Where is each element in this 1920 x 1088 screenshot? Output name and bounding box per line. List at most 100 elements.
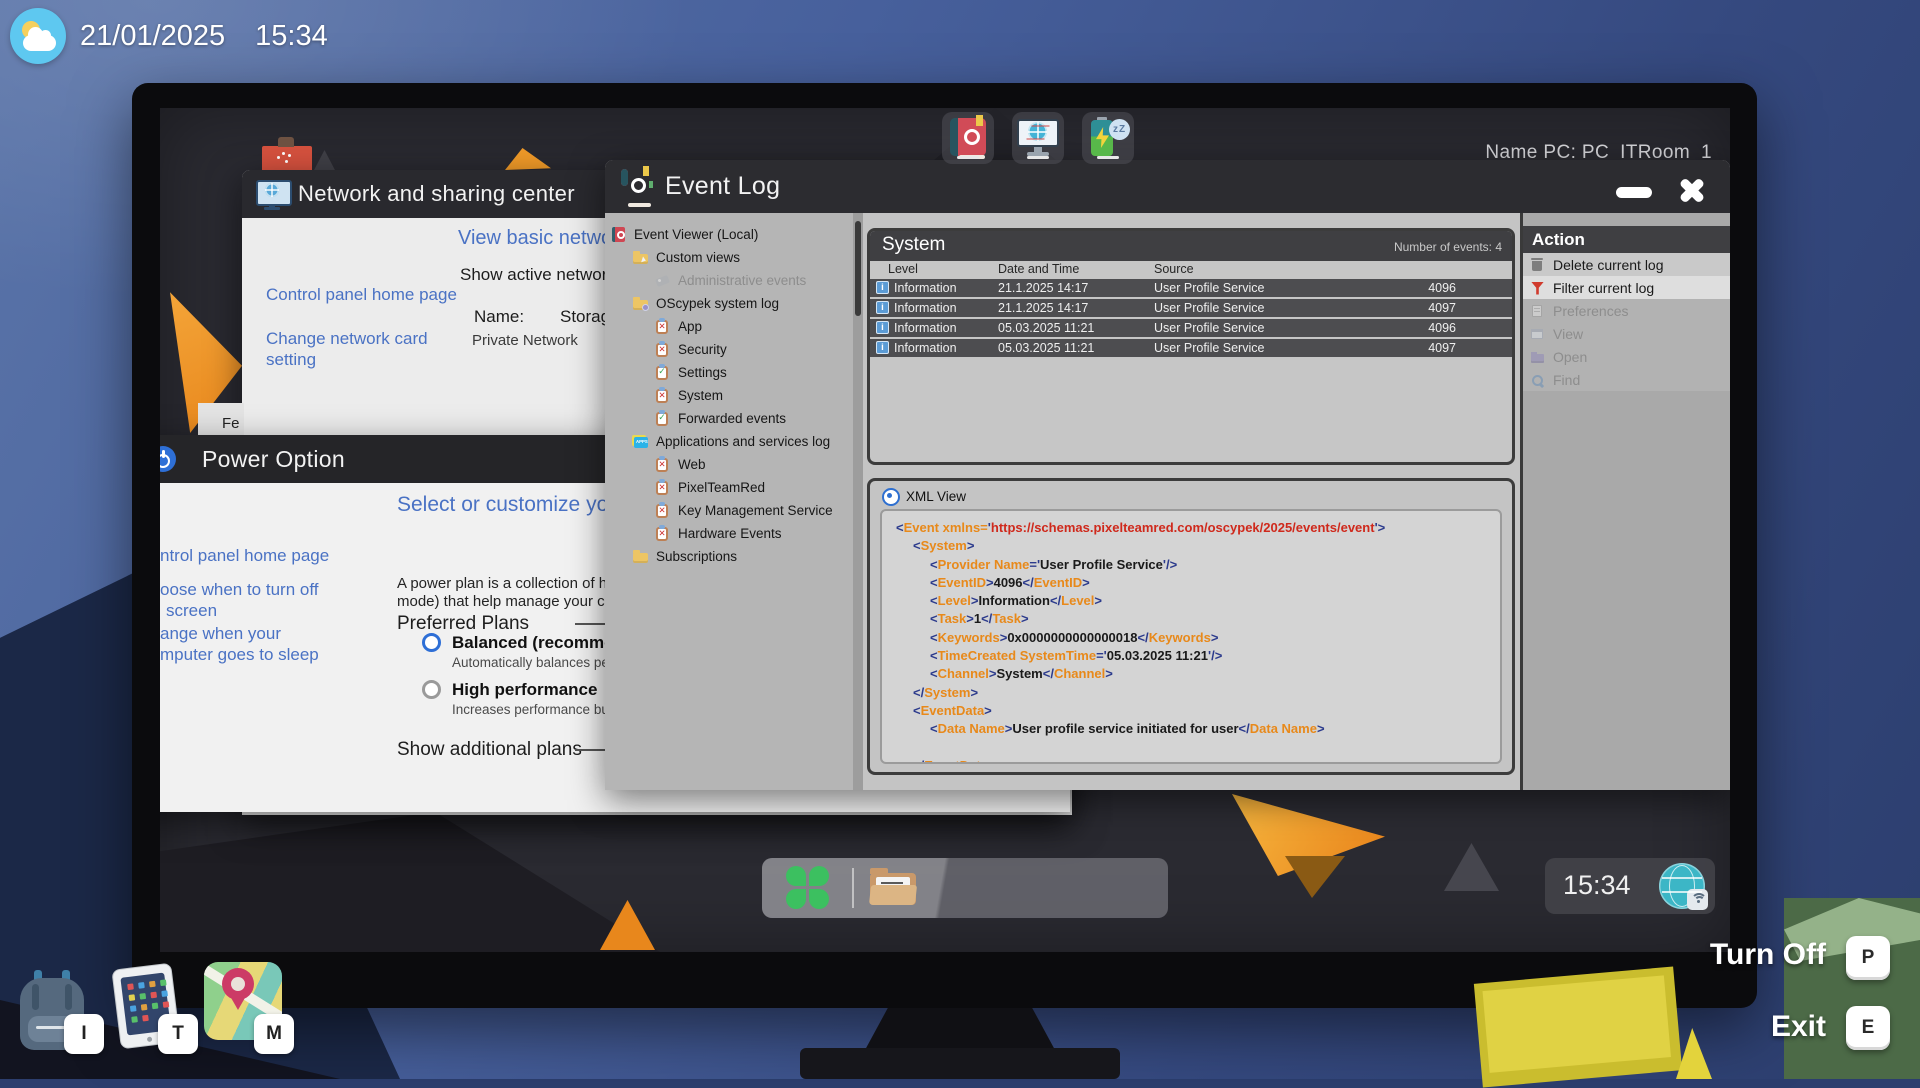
folder-cursor-icon [633, 250, 650, 266]
tablet-keycap[interactable]: T [158, 1014, 198, 1054]
tree-item-pixelteamred[interactable]: PixelTeamRed [605, 476, 853, 499]
plan-high-label: High performance [452, 680, 597, 700]
app-power[interactable]: zZ [1082, 112, 1134, 164]
turn-off-label[interactable]: Turn Off [1710, 938, 1826, 972]
power-paragraph-line: mode) that help manage your comp [397, 593, 634, 610]
xml-code-box: <Event xmlns='https://schemas.pixelteamr… [880, 509, 1502, 764]
xml-line: <Level>Information</Level> [896, 592, 1486, 610]
radio-balanced[interactable] [422, 633, 441, 652]
tree-item-label: Hardware Events [678, 526, 782, 541]
apps-icon [633, 434, 650, 450]
tree-item-event-viewer-local[interactable]: Event Viewer (Local) [605, 223, 853, 246]
event-log-titlebar[interactable]: Event Log [605, 160, 1730, 213]
event-row[interactable]: iInformation05.03.2025 11:21User Profile… [870, 339, 1512, 359]
minimize-button[interactable] [1616, 187, 1652, 198]
event-log-main: System Number of events: 4 Level Date an… [863, 213, 1520, 790]
exit-label[interactable]: Exit [1771, 1010, 1826, 1044]
action-label: View [1553, 326, 1583, 342]
clip-x-icon [655, 503, 672, 519]
network-type-label: Private Network [472, 332, 578, 349]
link-control-panel-home[interactable]: ntrol panel home page [160, 545, 329, 566]
folder-open-icon [1529, 349, 1546, 365]
clip-x-icon [655, 319, 672, 335]
link-control-panel-home[interactable]: Control panel home page [266, 284, 486, 305]
cell-event-id: 4097 [1428, 301, 1456, 315]
link-change-network-card[interactable]: Change network card setting [266, 328, 466, 370]
map-keycap[interactable]: M [254, 1014, 294, 1054]
event-row[interactable]: iInformation05.03.2025 11:21User Profile… [870, 319, 1512, 339]
tree-item-label: Web [678, 457, 706, 472]
tree-item-subscriptions[interactable]: Subscriptions [605, 545, 853, 568]
tree-item-applications-and-services-log[interactable]: Applications and services log [605, 430, 853, 453]
action-label: Delete current log [1553, 257, 1664, 273]
show-additional-plans-label[interactable]: Show additional plans [397, 739, 582, 761]
monitor-stand [865, 1008, 1055, 1050]
action-label: Filter current log [1553, 280, 1654, 296]
rad io-high-performance[interactable] [422, 680, 441, 699]
xml-view-label: XML View [906, 489, 966, 504]
note-icon [1529, 303, 1546, 319]
wallpaper-triangle [1444, 843, 1499, 891]
tag-icon [655, 273, 672, 289]
fragment-text: Fe [222, 415, 240, 432]
link-change-sleep[interactable]: ange when your mputer goes to sleep [160, 623, 319, 665]
cell-datetime: 21.1.2025 14:17 [998, 281, 1088, 295]
action-delete-current-log[interactable]: Delete current log [1523, 253, 1730, 276]
cell-level: Information [894, 281, 957, 295]
clip-check-icon [655, 365, 672, 381]
tree-item-hardware-events[interactable]: Hardware Events [605, 522, 853, 545]
tree-item-administrative-events[interactable]: Administrative events [605, 269, 853, 292]
exit-keycap[interactable]: E [1846, 1006, 1890, 1050]
clip-x-icon [655, 457, 672, 473]
scrollbar-thumb[interactable] [855, 221, 861, 316]
link-choose-turn-off-screen[interactable]: oose when to turn off screen [160, 579, 318, 621]
dock-divider [852, 868, 854, 908]
weather-icon [10, 8, 66, 64]
tree-item-label: PixelTeamRed [678, 480, 765, 495]
magnifier-icon [1529, 372, 1546, 388]
xml-view-radio[interactable] [882, 488, 900, 506]
event-row[interactable]: iInformation21.1.2025 14:17User Profile … [870, 299, 1512, 319]
tree-item-app[interactable]: App [605, 315, 853, 338]
network-globe-icon[interactable] [1659, 863, 1705, 909]
start-clover-icon[interactable] [782, 862, 834, 914]
app-event-log[interactable] [942, 112, 994, 164]
close-button[interactable] [1676, 174, 1708, 206]
inventory-keycap[interactable]: I [64, 1014, 104, 1054]
tree-item-web[interactable]: Web [605, 453, 853, 476]
cell-source: User Profile Service [1154, 341, 1264, 355]
information-icon: i [876, 341, 889, 354]
information-icon: i [876, 321, 889, 334]
action-filter-current-log[interactable]: Filter current log [1523, 276, 1730, 299]
column-level: Level [888, 262, 918, 276]
wallpaper-arrow-shadow [1285, 856, 1345, 898]
trash-icon [1529, 257, 1546, 273]
network-monitor-globe-icon [256, 180, 288, 208]
column-source: Source [1154, 262, 1194, 276]
tree-item-oscypek-system-log[interactable]: OScypek system log [605, 292, 853, 315]
hud-clock: 21/01/2025 15:34 [10, 8, 328, 64]
tree-item-key-management-service[interactable]: Key Management Service [605, 499, 853, 522]
event-log-book-icon [621, 169, 651, 205]
wallpaper-shape [160, 812, 660, 952]
window-title: Event Log [665, 172, 780, 201]
app-network[interactable] [1012, 112, 1064, 164]
turn-off-keycap[interactable]: P [1846, 936, 1890, 980]
tree-item-settings[interactable]: Settings [605, 361, 853, 384]
power-icon [160, 446, 176, 472]
preferred-plans-label: Preferred Plans [397, 613, 529, 635]
wallpaper-triangle [313, 150, 336, 172]
tree-item-security[interactable]: Security [605, 338, 853, 361]
tree-item-forwarded-events[interactable]: Forwarded events [605, 407, 853, 430]
system-panel-title: System [882, 234, 945, 256]
toolbox-icon[interactable] [262, 146, 312, 172]
tree-item-custom-views[interactable]: Custom views [605, 246, 853, 269]
show-active-networks-label: Show active networks [460, 265, 624, 285]
event-row[interactable]: iInformation21.1.2025 14:17User Profile … [870, 279, 1512, 299]
xml-line: <Task>1</Task> [896, 610, 1486, 628]
cell-event-id: 4096 [1428, 281, 1456, 295]
view-basic-network-heading[interactable]: View basic network [458, 227, 629, 250]
tree-item-system[interactable]: System [605, 384, 853, 407]
file-manager-icon[interactable] [868, 867, 918, 909]
event-rows: i Information 21.1.2025 14:17 User Profile … [870, 279, 1512, 359]
